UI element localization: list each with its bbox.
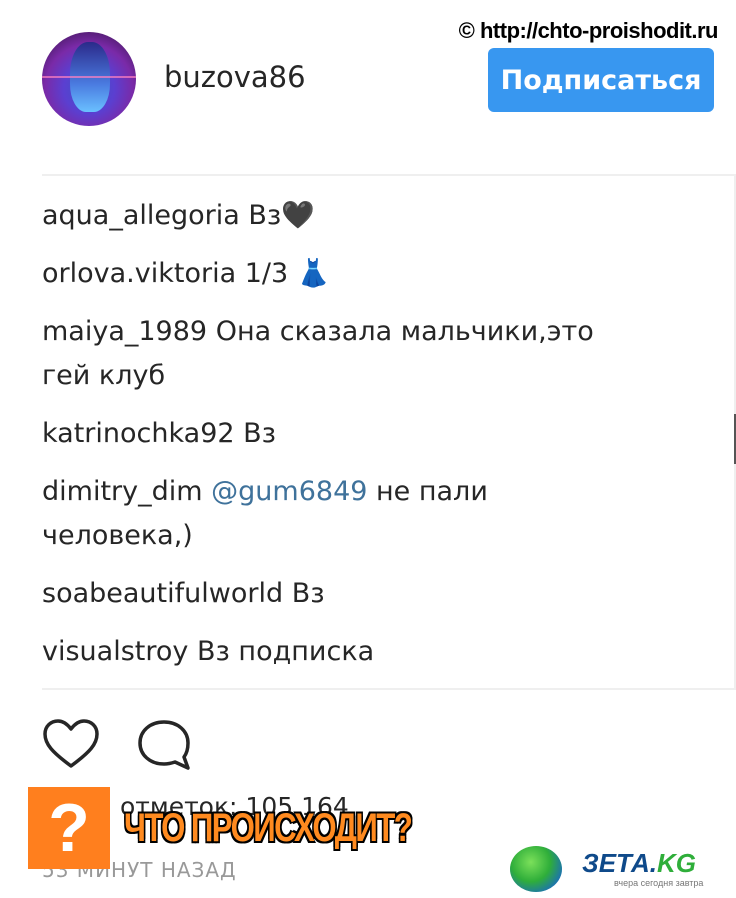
comment-username[interactable]: katrinochka92	[42, 418, 235, 449]
avatar[interactable]	[42, 32, 136, 126]
comment-text: 1/3	[244, 258, 289, 289]
dress-emoji-icon: 👗	[296, 258, 331, 289]
post-header: buzova86 Подписаться	[42, 30, 714, 130]
comment-text-continued: гей клуб	[42, 360, 166, 391]
comment-username[interactable]: orlova.viktoria	[42, 258, 236, 289]
overlay-caption: ЧТО ПРОИСХОДИТ?	[124, 806, 413, 850]
comment-mention-link[interactable]: @gum6849	[211, 476, 367, 507]
comments-list[interactable]: aqua_allegoria Вз🖤 orlova.viktoria 1/3 👗…	[42, 174, 736, 690]
comment-text: Вз	[243, 418, 277, 449]
heart-emoji-icon: 🖤	[281, 200, 315, 231]
comment-bubble-icon[interactable]	[136, 718, 194, 774]
post-actions	[42, 718, 242, 774]
comment-item: orlova.viktoria 1/3 👗	[42, 252, 682, 296]
brand-tagline: вчера сегодня завтра	[614, 878, 704, 888]
comment-username[interactable]: maiya_1989	[42, 316, 207, 347]
comment-item: katrinochka92 Вз	[42, 412, 682, 456]
comment-text: Вз	[248, 200, 282, 231]
brand-tld: KG	[656, 848, 696, 878]
comment-item: maiya_1989 Она сказала мальчики,это гей …	[42, 310, 682, 398]
brand-name: ЗЕТА.KG	[582, 848, 696, 879]
comment-text: Она сказала мальчики,это	[215, 316, 594, 347]
comment-username[interactable]: soabeautifulworld	[42, 578, 283, 609]
comment-username[interactable]: aqua_allegoria	[42, 200, 240, 231]
comment-item: dimitry_dim @gum6849 не пали человека,)	[42, 470, 682, 558]
brand-name-text: ЗЕТА.	[582, 848, 657, 878]
comment-text: Вз подписка	[196, 636, 375, 667]
comment-username[interactable]: dimitry_dim	[42, 476, 203, 507]
profile-username[interactable]: buzova86	[164, 60, 306, 94]
comment-username[interactable]: visualstroy	[42, 636, 188, 667]
brand-logo: ЗЕТА.KG вчера сегодня завтра	[510, 842, 730, 892]
question-badge: ?	[28, 787, 110, 869]
follow-button[interactable]: Подписаться	[488, 48, 714, 112]
comment-item: soabeautifulworld Вз	[42, 572, 682, 616]
comment-item: visualstroy Вз подписка	[42, 630, 682, 674]
comment-text-continued: человека,)	[42, 520, 193, 551]
globe-icon	[510, 846, 562, 892]
comment-item: aqua_allegoria Вз🖤	[42, 194, 682, 238]
heart-icon[interactable]	[42, 718, 100, 774]
comment-text: не пали	[376, 476, 488, 507]
comment-text: Вз	[291, 578, 325, 609]
